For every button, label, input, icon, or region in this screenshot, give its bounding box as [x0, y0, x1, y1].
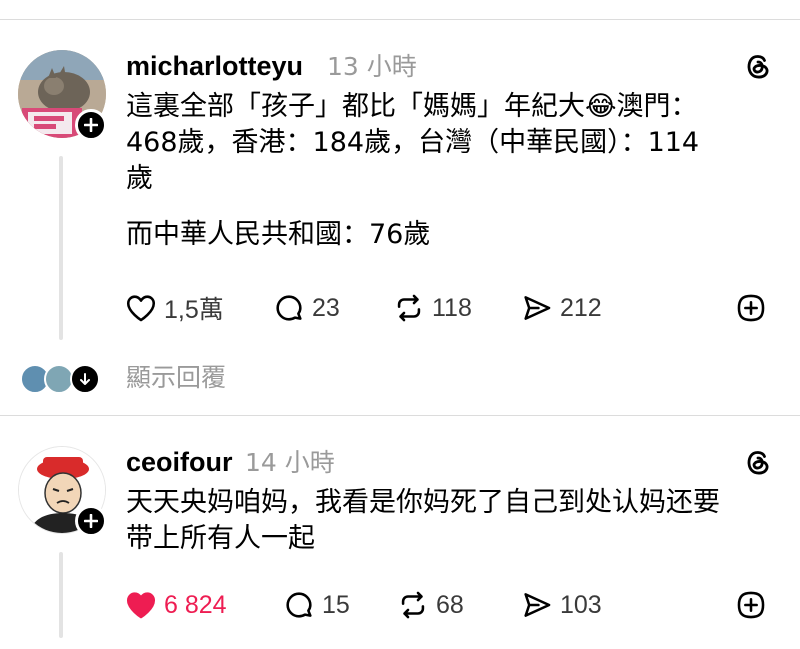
repost-count: 68 — [436, 590, 464, 619]
share-button[interactable]: 212 — [520, 288, 602, 328]
reply-button[interactable]: 23 — [272, 288, 340, 328]
share-button[interactable]: 103 — [520, 585, 602, 625]
username[interactable]: micharlotteyu — [126, 53, 303, 80]
post-text-line: 歲 — [126, 163, 153, 194]
top-divider — [0, 19, 800, 20]
heart-icon — [126, 592, 156, 619]
reply-button[interactable]: 15 — [282, 585, 350, 625]
show-replies-link[interactable]: 顯示回覆 — [126, 365, 226, 390]
share-count: 103 — [560, 590, 602, 619]
threads-logo-icon[interactable] — [742, 50, 774, 82]
repost-count: 118 — [432, 293, 472, 322]
reply-avatar-more — [70, 364, 100, 394]
post-text-line: 468歲，香港：184歲，台灣（中華民國）：114 — [126, 127, 700, 158]
reply-count: 15 — [322, 590, 350, 619]
post-actions: 1,5萬 23 118 212 — [124, 288, 774, 328]
thread-line — [59, 552, 63, 638]
reply-count: 23 — [312, 293, 340, 322]
post-text-line: 而中華人民共和國：76歲 — [126, 219, 431, 250]
thread-line — [59, 156, 63, 340]
add-circle-icon — [737, 294, 765, 322]
username[interactable]: ceoifour — [126, 449, 233, 476]
post-text-line: 天天央妈咱妈，我看是你妈死了自己到处认妈还要 — [126, 487, 720, 518]
heart-icon — [126, 295, 156, 322]
add-to-feed-button[interactable] — [734, 585, 768, 625]
post-text-line: 带上所有人一起 — [126, 523, 315, 554]
repost-button[interactable]: 68 — [396, 585, 464, 625]
follow-plus-icon — [84, 514, 98, 528]
post-body: 天天央妈咱妈，我看是你妈死了自己到处认妈还要 带上所有人一起 — [126, 485, 720, 557]
share-icon — [524, 296, 551, 320]
comment-icon — [276, 295, 302, 321]
post-text-line: 這裏全部「孩子」都比「媽媽」年紀大😂澳門： — [126, 91, 698, 122]
chevron-down-icon — [80, 373, 90, 385]
like-button[interactable]: 1,5萬 — [124, 288, 224, 328]
like-button[interactable]: 6 824 — [124, 585, 227, 625]
add-to-feed-button[interactable] — [734, 288, 768, 328]
follow-button[interactable] — [75, 109, 107, 141]
post-time: 13 小時 — [327, 52, 417, 81]
repost-icon — [397, 294, 421, 322]
repost-button[interactable]: 118 — [392, 288, 472, 328]
threads-logo-icon[interactable] — [742, 446, 774, 478]
like-count: 6 824 — [164, 590, 227, 619]
share-icon — [524, 593, 551, 617]
comment-icon — [286, 592, 312, 618]
follow-button[interactable] — [75, 505, 107, 537]
add-circle-icon — [737, 591, 765, 619]
share-count: 212 — [560, 293, 602, 322]
post-body: 這裏全部「孩子」都比「媽媽」年紀大😂澳門： 468歲，香港：184歲，台灣（中華… — [126, 89, 699, 253]
repost-icon — [401, 591, 425, 619]
post-divider — [0, 415, 800, 416]
post-time: 14 小時 — [245, 448, 335, 477]
like-count: 1,5萬 — [164, 296, 224, 324]
post-actions: 6 824 15 68 103 — [124, 585, 774, 625]
follow-plus-icon — [84, 118, 98, 132]
